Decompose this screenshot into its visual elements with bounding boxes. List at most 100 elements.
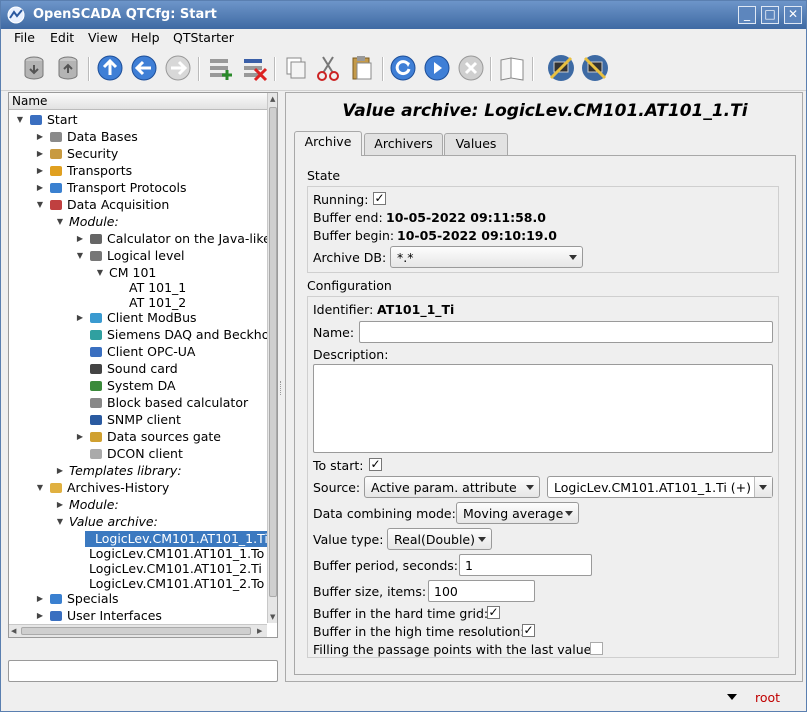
refresh-icon[interactable] <box>388 53 418 83</box>
expand-arrow-icon[interactable]: ▶ <box>35 149 45 159</box>
archive-db-select[interactable]: *.* <box>390 246 583 268</box>
buffer-size-input[interactable]: 100 <box>428 580 535 602</box>
tool-2-icon[interactable] <box>580 53 610 83</box>
tree-item[interactable]: ▼ Logical level <box>9 248 267 264</box>
fill-passage-checkbox[interactable] <box>590 642 603 655</box>
tree-header-name[interactable]: Name <box>9 93 267 110</box>
expand-arrow-icon[interactable]: ▶ <box>35 594 45 604</box>
tree-item[interactable]: SNMP client <box>9 412 267 428</box>
manual-icon[interactable] <box>497 53 527 83</box>
value-type-select[interactable]: Real(Double) <box>387 528 492 550</box>
running-checkbox[interactable]: ✓ <box>373 192 386 205</box>
tab-archivers[interactable]: Archivers <box>364 133 443 155</box>
tab-archive[interactable]: Archive <box>294 131 362 156</box>
add-item-icon[interactable] <box>205 53 235 83</box>
collapse-arrow-icon[interactable]: ▼ <box>55 217 65 227</box>
tree-item[interactable]: LogicLev.CM101.AT101_1.To <box>9 546 267 562</box>
tree-item[interactable]: ▶ Specials <box>9 591 267 607</box>
cut-icon[interactable] <box>313 53 343 83</box>
expand-arrow-icon[interactable]: ▶ <box>35 183 45 193</box>
tree-item[interactable]: System DA <box>9 378 267 394</box>
copy-icon[interactable] <box>281 53 311 83</box>
expand-arrow-icon[interactable]: ▶ <box>75 313 85 323</box>
tree-item[interactable]: ▶ Transport Protocols <box>9 180 267 196</box>
combining-mode-select[interactable]: Moving average <box>456 502 579 524</box>
collapse-arrow-icon[interactable]: ▼ <box>35 483 45 493</box>
source-type-select[interactable]: Active param. attribute <box>364 476 540 498</box>
collapse-arrow-icon[interactable]: ▼ <box>95 268 105 278</box>
name-input[interactable] <box>359 321 773 343</box>
tab-values[interactable]: Values <box>444 133 508 155</box>
tree-item[interactable]: DCON client <box>9 446 267 462</box>
source-value-combobox[interactable]: LogicLev.CM101.AT101_1.Ti (+) <box>547 476 773 498</box>
expand-arrow-icon[interactable]: ▶ <box>35 166 45 176</box>
up-icon[interactable] <box>95 53 125 83</box>
status-menu-icon[interactable] <box>727 694 737 700</box>
tree-item[interactable]: ▶ User Interfaces <box>9 608 267 624</box>
navigation-tree[interactable]: Name ▼ Start ▶ Data Bases ▶ Security ▶ Transpor… <box>8 92 278 638</box>
tree-item[interactable]: Sound card <box>9 361 267 377</box>
tree-item[interactable]: ▶ Security <box>9 146 267 162</box>
tree-item[interactable]: ▶ Transports <box>9 163 267 179</box>
tree-item[interactable]: Block based calculator <box>9 395 267 411</box>
expand-arrow-icon[interactable]: ▶ <box>55 466 65 476</box>
tree-vertical-scrollbar[interactable]: ▲ ▼ <box>267 93 277 623</box>
collapse-arrow-icon[interactable]: ▼ <box>15 115 25 125</box>
menu-view[interactable]: View <box>88 30 118 45</box>
expand-arrow-icon[interactable]: ▶ <box>35 611 45 621</box>
tree-item[interactable]: ▼ Data Acquisition <box>9 197 267 213</box>
paste-icon[interactable] <box>347 53 377 83</box>
db-save-icon[interactable] <box>53 53 83 83</box>
collapse-arrow-icon[interactable]: ▼ <box>75 251 85 261</box>
tree-item[interactable]: ▶ Module: <box>9 497 267 513</box>
db-load-icon[interactable] <box>19 53 49 83</box>
tree-item[interactable]: AT 101_1 <box>9 280 267 296</box>
stop-icon[interactable] <box>456 53 486 83</box>
tree-item[interactable]: ▶ Data sources gate <box>9 429 267 445</box>
tree-item[interactable]: ▼ Start <box>9 112 267 128</box>
hard-time-grid-checkbox[interactable]: ✓ <box>487 606 500 619</box>
buffer-period-input[interactable]: 1 <box>459 554 592 576</box>
delete-item-icon[interactable] <box>239 53 269 83</box>
tree-item[interactable]: ▶ Client ModBus <box>9 310 267 326</box>
high-resolution-checkbox[interactable]: ✓ <box>522 624 535 637</box>
expand-arrow-icon[interactable]: ▶ <box>75 432 85 442</box>
expand-arrow-icon[interactable]: ▶ <box>35 132 45 142</box>
tree-item[interactable]: LogicLev.CM101.AT101_2.Ti <box>9 561 267 577</box>
tree-item[interactable]: ▶ Templates library: <box>9 463 267 479</box>
tree-item[interactable]: Client OPC-UA <box>9 344 267 360</box>
forward-icon[interactable] <box>163 53 193 83</box>
tree-item[interactable]: ▼ Module: <box>9 214 267 230</box>
menu-file[interactable]: File <box>14 30 35 45</box>
tree-item[interactable]: ▼ CM 101 <box>9 265 267 281</box>
close-button[interactable]: ✕ <box>784 6 802 24</box>
tree-item[interactable]: Siemens DAQ and Beckhoff <box>9 327 277 343</box>
title-bar[interactable]: OpenSCADA QTCfg: Start _ □ ✕ <box>1 1 806 29</box>
tree-filter-input[interactable] <box>8 660 278 682</box>
collapse-arrow-icon[interactable]: ▼ <box>55 517 65 527</box>
minimize-button[interactable]: _ <box>738 6 756 24</box>
tree-item[interactable]: AT 101_2 <box>9 295 267 311</box>
expand-arrow-icon[interactable]: ▶ <box>75 234 85 244</box>
collapse-arrow-icon[interactable]: ▼ <box>35 200 45 210</box>
toolbar-separator <box>382 57 384 81</box>
tree-horizontal-scrollbar[interactable]: ◀ ▶ <box>9 624 267 637</box>
menu-qtstarter[interactable]: QTStarter <box>173 30 234 45</box>
tree-item[interactable]: ▶ Data Bases <box>9 129 267 145</box>
start-icon[interactable] <box>422 53 452 83</box>
tree-item[interactable]: ▼ Value archive: <box>9 514 267 530</box>
tree-item[interactable]: LogicLev.CM101.AT101_2.To <box>9 576 267 592</box>
expand-arrow-icon[interactable]: ▶ <box>55 500 65 510</box>
back-icon[interactable] <box>129 53 159 83</box>
description-textarea[interactable] <box>313 364 773 453</box>
tree-item[interactable]: ▶ Calculator on the Java-like <box>9 231 271 247</box>
menu-edit[interactable]: Edit <box>50 30 74 45</box>
tree-item[interactable]: LogicLev.CM101.AT101_1.Ti <box>85 531 268 547</box>
panel-splitter[interactable] <box>280 381 283 395</box>
current-user[interactable]: root <box>755 690 780 705</box>
to-start-checkbox[interactable]: ✓ <box>369 458 382 471</box>
tool-1-icon[interactable] <box>546 53 576 83</box>
maximize-button[interactable]: □ <box>761 6 779 24</box>
menu-help[interactable]: Help <box>131 30 160 45</box>
tree-item[interactable]: ▼ Archives-History <box>9 480 267 496</box>
